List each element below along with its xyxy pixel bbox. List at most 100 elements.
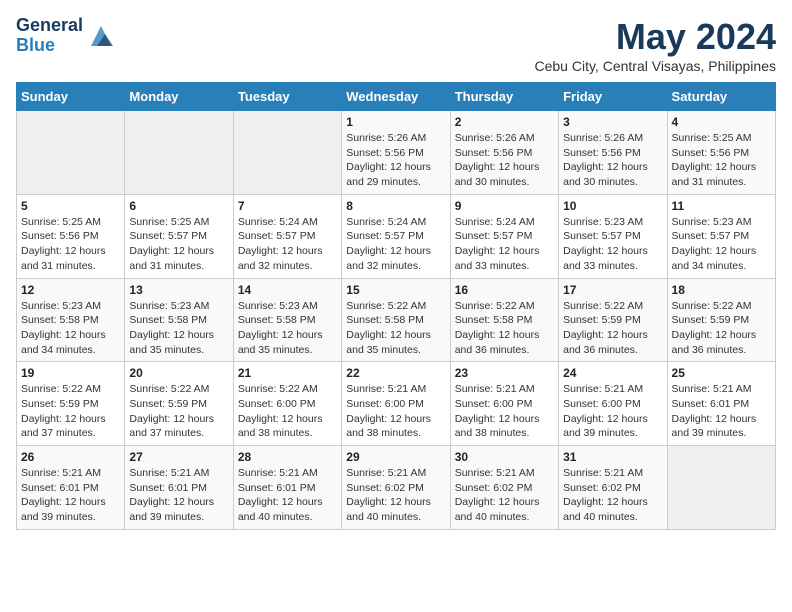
day-info: Sunrise: 5:21 AM Sunset: 6:02 PM Dayligh… (455, 467, 540, 523)
day-number: 31 (563, 450, 662, 464)
day-cell: 6 Sunrise: 5:25 AM Sunset: 5:57 PM Daylig… (125, 194, 233, 278)
main-title: May 2024 (535, 16, 777, 58)
day-number: 11 (672, 199, 771, 213)
title-area: May 2024 Cebu City, Central Visayas, Phi… (535, 16, 777, 74)
week-row: 12 Sunrise: 5:23 AM Sunset: 5:58 PM Dayli… (17, 278, 776, 362)
day-cell: 12 Sunrise: 5:23 AM Sunset: 5:58 PM Dayli… (17, 278, 125, 362)
day-cell: 24 Sunrise: 5:21 AM Sunset: 6:00 PM Dayli… (559, 362, 667, 446)
day-number: 29 (346, 450, 445, 464)
week-row: 1 Sunrise: 5:26 AM Sunset: 5:56 PM Daylig… (17, 111, 776, 195)
day-number: 9 (455, 199, 554, 213)
day-info: Sunrise: 5:22 AM Sunset: 5:58 PM Dayligh… (346, 300, 431, 356)
day-number: 20 (129, 366, 228, 380)
day-cell: 1Sunrise: 5:26 AM Sunset: 5:56 PM Daylig… (342, 111, 450, 195)
day-number: 25 (672, 366, 771, 380)
day-cell: 2 Sunrise: 5:26 AM Sunset: 5:56 PM Daylig… (450, 111, 558, 195)
day-cell: 23Sunrise: 5:21 AM Sunset: 6:00 PM Dayli… (450, 362, 558, 446)
day-cell: 15 Sunrise: 5:22 AM Sunset: 5:58 PM Dayli… (342, 278, 450, 362)
day-cell: 27Sunrise: 5:21 AM Sunset: 6:01 PM Dayli… (125, 446, 233, 530)
day-info: Sunrise: 5:21 AM Sunset: 6:00 PM Dayligh… (563, 383, 648, 439)
day-info: Sunrise: 5:25 AM Sunset: 5:57 PM Dayligh… (129, 216, 214, 272)
logo: General Blue (16, 16, 115, 56)
day-cell (233, 111, 341, 195)
day-number: 30 (455, 450, 554, 464)
day-info: Sunrise: 5:26 AM Sunset: 5:56 PM Dayligh… (455, 132, 540, 188)
day-info: Sunrise: 5:22 AM Sunset: 5:59 PM Dayligh… (672, 300, 757, 356)
day-number: 22 (346, 366, 445, 380)
logo-icon (87, 22, 115, 50)
day-number: 16 (455, 283, 554, 297)
day-info: Sunrise: 5:21 AM Sunset: 6:01 PM Dayligh… (238, 467, 323, 523)
header-cell-tuesday: Tuesday (233, 83, 341, 111)
week-row: 19Sunrise: 5:22 AM Sunset: 5:59 PM Dayli… (17, 362, 776, 446)
day-info: Sunrise: 5:21 AM Sunset: 6:00 PM Dayligh… (455, 383, 540, 439)
day-cell: 19Sunrise: 5:22 AM Sunset: 5:59 PM Dayli… (17, 362, 125, 446)
calendar-body: 1 Sunrise: 5:26 AM Sunset: 5:56 PM Daylig… (17, 111, 776, 530)
logo-general-text: General (16, 16, 83, 36)
day-info: Sunrise: 5:23 AM Sunset: 5:58 PM Dayligh… (21, 300, 106, 356)
week-row: 26Sunrise: 5:21 AM Sunset: 6:01 PM Dayli… (17, 446, 776, 530)
day-number: 6 (129, 199, 228, 213)
day-info: Sunrise: 5:21 AM Sunset: 6:01 PM Dayligh… (21, 467, 106, 523)
day-info: Sunrise: 5:23 AM Sunset: 5:58 PM Dayligh… (238, 300, 323, 356)
day-info: Sunrise: 5:23 AM Sunset: 5:57 PM Dayligh… (672, 216, 757, 272)
day-number: 15 (346, 283, 445, 297)
day-info: Sunrise: 5:22 AM Sunset: 6:00 PM Dayligh… (238, 383, 323, 439)
calendar-header: SundayMondayTuesdayWednesdayThursdayFrid… (17, 83, 776, 111)
subtitle: Cebu City, Central Visayas, Philippines (535, 58, 777, 74)
day-number: 2 (455, 115, 554, 129)
header-cell-wednesday: Wednesday (342, 83, 450, 111)
day-number: 27 (129, 450, 228, 464)
day-number: 1 (346, 115, 445, 129)
day-info: Sunrise: 5:21 AM Sunset: 6:02 PM Dayligh… (563, 467, 648, 523)
day-info: Sunrise: 5:21 AM Sunset: 6:02 PM Dayligh… (346, 467, 431, 523)
day-number: 10 (563, 199, 662, 213)
day-cell: 22 Sunrise: 5:21 AM Sunset: 6:00 PM Dayli… (342, 362, 450, 446)
day-number: 18 (672, 283, 771, 297)
day-number: 7 (238, 199, 337, 213)
day-cell: 5 Sunrise: 5:25 AM Sunset: 5:56 PM Daylig… (17, 194, 125, 278)
day-number: 12 (21, 283, 120, 297)
day-cell: 21Sunrise: 5:22 AM Sunset: 6:00 PM Dayli… (233, 362, 341, 446)
day-cell: 7Sunrise: 5:24 AM Sunset: 5:57 PM Daylig… (233, 194, 341, 278)
day-cell: 4Sunrise: 5:25 AM Sunset: 5:56 PM Daylig… (667, 111, 775, 195)
week-row: 5 Sunrise: 5:25 AM Sunset: 5:56 PM Daylig… (17, 194, 776, 278)
day-cell: 14Sunrise: 5:23 AM Sunset: 5:58 PM Dayli… (233, 278, 341, 362)
day-cell (667, 446, 775, 530)
day-number: 24 (563, 366, 662, 380)
day-number: 8 (346, 199, 445, 213)
day-cell: 26Sunrise: 5:21 AM Sunset: 6:01 PM Dayli… (17, 446, 125, 530)
day-cell (17, 111, 125, 195)
header-row: SundayMondayTuesdayWednesdayThursdayFrid… (17, 83, 776, 111)
day-info: Sunrise: 5:22 AM Sunset: 5:58 PM Dayligh… (455, 300, 540, 356)
calendar-table: SundayMondayTuesdayWednesdayThursdayFrid… (16, 82, 776, 530)
day-cell: 13Sunrise: 5:23 AM Sunset: 5:58 PM Dayli… (125, 278, 233, 362)
day-info: Sunrise: 5:23 AM Sunset: 5:57 PM Dayligh… (563, 216, 648, 272)
day-cell: 28 Sunrise: 5:21 AM Sunset: 6:01 PM Dayli… (233, 446, 341, 530)
day-cell: 18 Sunrise: 5:22 AM Sunset: 5:59 PM Dayli… (667, 278, 775, 362)
day-cell: 25Sunrise: 5:21 AM Sunset: 6:01 PM Dayli… (667, 362, 775, 446)
day-info: Sunrise: 5:24 AM Sunset: 5:57 PM Dayligh… (455, 216, 540, 272)
header-cell-monday: Monday (125, 83, 233, 111)
day-number: 3 (563, 115, 662, 129)
day-info: Sunrise: 5:23 AM Sunset: 5:58 PM Dayligh… (129, 300, 214, 356)
logo-blue-text: Blue (16, 36, 83, 56)
day-info: Sunrise: 5:24 AM Sunset: 5:57 PM Dayligh… (346, 216, 431, 272)
day-info: Sunrise: 5:21 AM Sunset: 6:00 PM Dayligh… (346, 383, 431, 439)
header-cell-sunday: Sunday (17, 83, 125, 111)
day-cell: 30 Sunrise: 5:21 AM Sunset: 6:02 PM Dayli… (450, 446, 558, 530)
header-cell-thursday: Thursday (450, 83, 558, 111)
day-info: Sunrise: 5:25 AM Sunset: 5:56 PM Dayligh… (21, 216, 106, 272)
day-number: 5 (21, 199, 120, 213)
day-cell: 8 Sunrise: 5:24 AM Sunset: 5:57 PM Daylig… (342, 194, 450, 278)
day-number: 4 (672, 115, 771, 129)
day-cell: 17Sunrise: 5:22 AM Sunset: 5:59 PM Dayli… (559, 278, 667, 362)
day-cell: 20Sunrise: 5:22 AM Sunset: 5:59 PM Dayli… (125, 362, 233, 446)
day-cell (125, 111, 233, 195)
day-number: 19 (21, 366, 120, 380)
header-cell-saturday: Saturday (667, 83, 775, 111)
day-number: 28 (238, 450, 337, 464)
day-cell: 11 Sunrise: 5:23 AM Sunset: 5:57 PM Dayli… (667, 194, 775, 278)
day-number: 17 (563, 283, 662, 297)
header-cell-friday: Friday (559, 83, 667, 111)
